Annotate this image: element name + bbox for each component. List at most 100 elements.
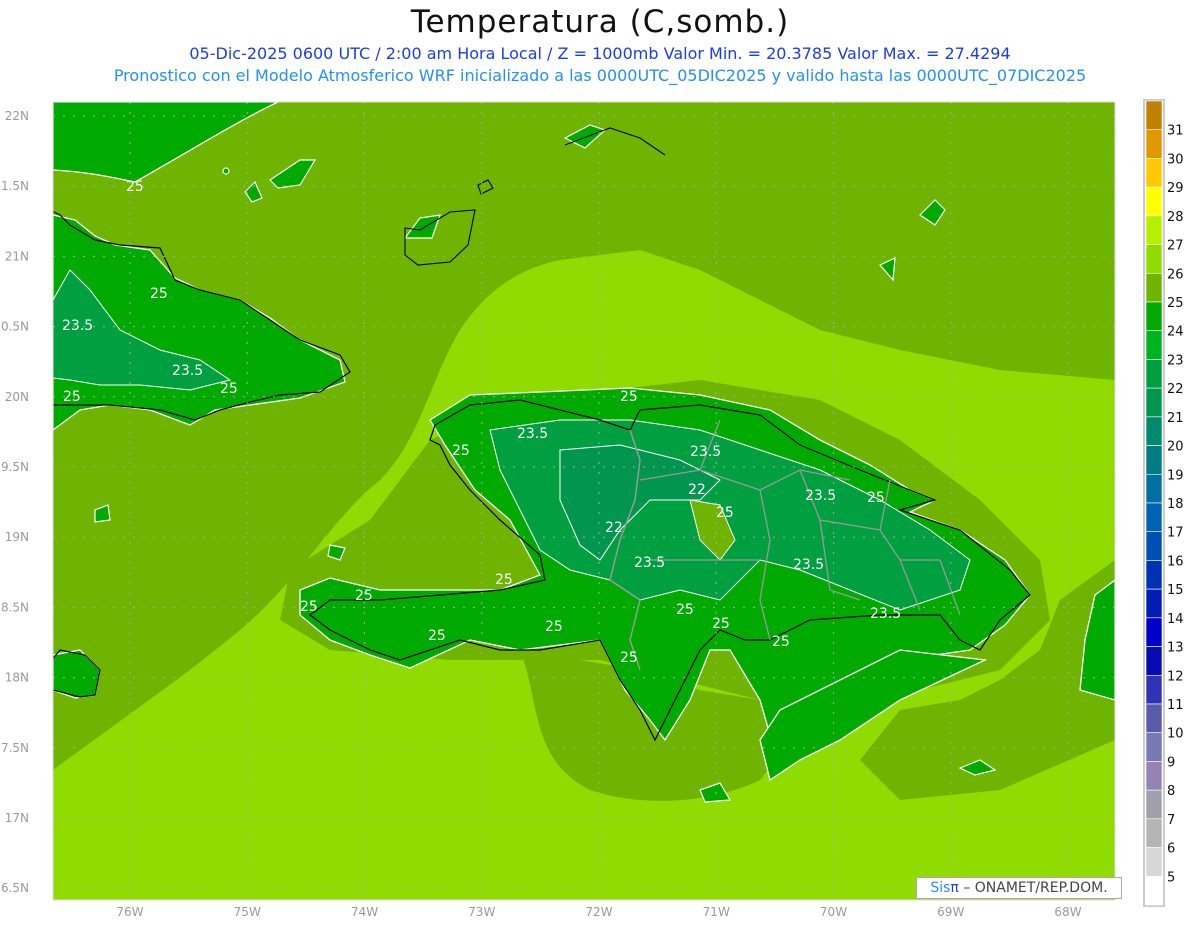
colorbar-swatch <box>1145 761 1163 791</box>
colorbar-label: 23 <box>1167 353 1184 368</box>
colorbar-label: 7 <box>1167 813 1175 828</box>
colorbar-swatch <box>1145 244 1163 274</box>
map-field: 25 25 23.5 23.5 25 25 25 23.5 23.5 22 22… <box>53 102 1115 900</box>
colorbar-swatch <box>1145 789 1163 820</box>
contour-label: 25 <box>867 490 885 506</box>
colorbar-label: 16 <box>1167 554 1184 569</box>
colorbar-label: 21 <box>1167 411 1184 426</box>
lon-label: 76W <box>116 905 143 919</box>
lon-label: 71W <box>703 905 730 919</box>
contour-label: 25 <box>772 634 790 650</box>
contour-label: 25 <box>300 599 318 615</box>
contour-label: 22 <box>605 520 623 536</box>
lon-label: 74W <box>351 905 378 919</box>
colorbar-swatch <box>1145 646 1163 676</box>
contour-label: 23.5 <box>690 444 721 460</box>
contour-label: 22 <box>688 482 706 498</box>
lat-label: 20N <box>5 390 29 404</box>
colorbar-swatch <box>1145 617 1163 647</box>
lat-label: 22N <box>5 109 29 123</box>
credit-box: Sisπ – ONAMET/REP.DOM. <box>916 877 1122 899</box>
model-info-subtitle: Pronostico con el Modelo Atmosferico WRF… <box>113 66 1087 85</box>
colorbar-swatch <box>1145 301 1163 332</box>
colorbar-label: 20 <box>1167 440 1184 455</box>
contour-label: 25 <box>620 650 638 666</box>
contour-label: 25 <box>126 179 144 195</box>
colorbar-swatch <box>1145 387 1163 418</box>
colorbar-swatch <box>1145 186 1163 217</box>
colorbar-swatch <box>1145 445 1163 475</box>
colorbar-swatch <box>1145 502 1163 533</box>
colorbar-label: 14 <box>1167 612 1184 627</box>
lat-label: 18N <box>5 671 29 685</box>
colorbar-label: 15 <box>1167 583 1184 598</box>
contour-label: 25 <box>712 616 730 632</box>
credit-text: – ONAMET/REP.DOM. <box>963 880 1108 896</box>
colorbar-label: 5 <box>1167 870 1175 885</box>
lon-label: 70W <box>820 905 847 919</box>
lat-label: 17N <box>5 811 29 825</box>
lat-label: 1.5N <box>1 179 29 193</box>
colorbar-swatch <box>1145 473 1163 504</box>
sis-logo-text: Sis <box>930 880 951 896</box>
contour-label: 23.5 <box>793 557 824 573</box>
colorbar-swatch <box>1145 818 1163 848</box>
lon-label: 68W <box>1054 905 1081 919</box>
lat-label: 8.5N <box>1 600 29 614</box>
contour-label: 23.5 <box>634 555 665 571</box>
contour-label: 23.5 <box>517 426 548 442</box>
colorbar-label: 13 <box>1167 641 1184 656</box>
colorbar-swatch <box>1145 158 1163 188</box>
colorbar: 31 30 29 28 27 26 25 24 23 22 21 20 19 18 17 16 15 14 13 12… <box>1143 99 1184 907</box>
lat-label: 21N <box>5 249 29 263</box>
contour-label: 25 <box>355 588 373 604</box>
temperature-map: 25 25 23.5 23.5 25 25 25 23.5 23.5 22 22… <box>1 99 1184 919</box>
colorbar-label: 27 <box>1167 239 1184 254</box>
colorbar-label: 26 <box>1167 267 1184 282</box>
contour-label: 25 <box>676 602 694 618</box>
colorbar-label: 6 <box>1167 842 1175 857</box>
colorbar-swatch <box>1145 272 1163 303</box>
colorbar-swatch <box>1145 330 1163 360</box>
lon-label: 75W <box>234 905 261 919</box>
contour-label: 25 <box>452 443 470 459</box>
colorbar-label: 31 <box>1167 124 1184 139</box>
colorbar-swatch <box>1145 674 1163 705</box>
colorbar-label: 19 <box>1167 468 1184 483</box>
lat-label: 9.5N <box>1 460 29 474</box>
lat-label: 19N <box>5 530 29 544</box>
colorbar-swatch <box>1145 359 1163 389</box>
contour-label: 23.5 <box>870 606 901 622</box>
forecast-time-subtitle: 05-Dic-2025 0600 UTC / 2:00 am Hora Loca… <box>189 44 1011 63</box>
colorbar-label: 25 <box>1167 296 1184 311</box>
colorbar-label: 8 <box>1167 784 1175 799</box>
lon-label: 72W <box>585 905 612 919</box>
lat-label: 7.5N <box>1 741 29 755</box>
contour-label: 25 <box>620 389 638 405</box>
colorbar-swatch <box>1145 129 1163 159</box>
contour-label: 25 <box>63 389 81 405</box>
contour-label: 25 <box>220 381 238 397</box>
colorbar-swatch <box>1145 100 1163 131</box>
colorbar-label: 29 <box>1167 181 1184 196</box>
colorbar-label: 18 <box>1167 497 1184 512</box>
colorbar-label: 24 <box>1167 325 1184 340</box>
colorbar-label: 10 <box>1167 727 1184 742</box>
contour-label: 23.5 <box>172 363 203 379</box>
colorbar-label: 30 <box>1167 152 1184 167</box>
contour-label: 25 <box>545 619 563 635</box>
colorbar-label: 22 <box>1167 382 1184 397</box>
contour-label: 23.5 <box>62 318 93 334</box>
lat-label: 6.5N <box>1 881 29 895</box>
colorbar-swatch <box>1145 215 1163 245</box>
colorbar-swatch <box>1145 531 1163 561</box>
colorbar-swatch <box>1145 703 1163 734</box>
colorbar-swatch <box>1145 875 1163 906</box>
contour-label: 25 <box>495 572 513 588</box>
colorbar-swatch <box>1145 560 1163 590</box>
colorbar-label: 28 <box>1167 210 1184 225</box>
pi-logo-glyph: π <box>950 880 959 896</box>
colorbar-label: 11 <box>1167 698 1184 713</box>
lon-label: 73W <box>468 905 495 919</box>
colorbar-label: 17 <box>1167 526 1184 541</box>
